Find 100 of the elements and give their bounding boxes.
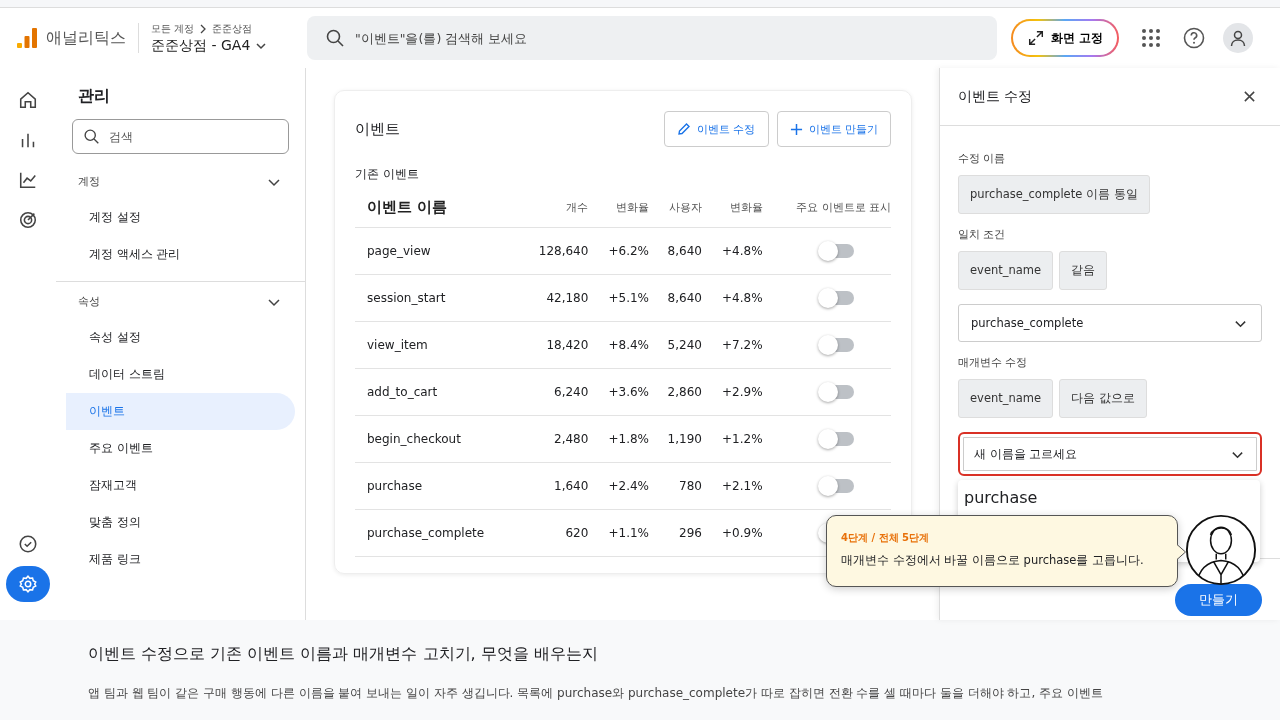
key-event-toggle[interactable] [819, 479, 854, 494]
table-cell: +1.1% [588, 509, 650, 557]
table-cell: purchase [355, 462, 517, 510]
admin-menu-item[interactable]: 계정 액세스 관리 [66, 236, 295, 273]
column-header: 개수 [516, 190, 589, 228]
table-cell: add_to_cart [355, 368, 517, 416]
section-header[interactable]: 계정 [66, 162, 295, 199]
table-cell: +4.8% [701, 274, 763, 322]
create-button[interactable]: 만들기 [1175, 584, 1262, 616]
admin-menu-item[interactable]: 주요 이벤트 [66, 430, 295, 467]
account-avatar[interactable] [1223, 23, 1253, 53]
table-cell: page_view [355, 227, 517, 275]
key-event-toggle[interactable] [819, 385, 854, 400]
home-icon [18, 90, 38, 110]
close-icon[interactable] [1243, 90, 1256, 103]
table-cell: 1,640 [516, 462, 589, 510]
table-cell: +7.2% [701, 321, 763, 369]
step-counter: 4단계 / 전체 5단계 [841, 531, 930, 545]
name-field[interactable]: purchase_complete 이름 통일 [958, 175, 1150, 214]
person-icon [1229, 29, 1247, 47]
table-cell: 5,240 [649, 321, 702, 369]
table-cell: +6.2% [588, 227, 650, 275]
table-cell: +0.9% [701, 509, 763, 557]
create-event-button[interactable]: 이벤트 만들기 [776, 111, 891, 147]
column-header: 변화율 [701, 190, 763, 228]
lesson-text: 앱 팀과 웹 팀이 같은 구매 행동에 다른 이름을 붙여 보내는 일이 자주 생깁니다. 목록에 purchase와 purchase_complete가 따로 잡히면 전환 수를 셀 때마다 둘을 더해야 하고, 주요 이벤트 [88, 685, 1104, 702]
column-header: 이벤트 이름 [355, 190, 517, 228]
expand-arrows-icon [1027, 29, 1045, 47]
key-event-toggle[interactable] [819, 432, 854, 447]
breadcrumb-link[interactable]: 모든 계정 [151, 21, 195, 36]
table-cell: +5.1% [588, 274, 650, 322]
table-cell: view_item [355, 321, 517, 369]
table-cell: begin_checkout [355, 415, 517, 463]
table-cell: +2.9% [701, 368, 763, 416]
parameter-chip: event_name [958, 379, 1054, 418]
parameter-chip: 다음 값으로 [1059, 379, 1147, 418]
card-title: 이벤트 [355, 119, 400, 139]
admin-menu-item[interactable]: 제품 링크 [66, 541, 295, 578]
table-cell: 8,640 [649, 227, 702, 275]
apps-grid-icon[interactable] [1141, 28, 1161, 48]
line-chart-icon [18, 170, 38, 190]
table-cell: session_start [355, 274, 517, 322]
pin-screen-button[interactable]: 화면 고정 [1011, 19, 1119, 57]
column-header: 사용자 [649, 190, 702, 228]
search-field[interactable]: "이벤트"을(를) 검색해 보세요 [307, 16, 997, 60]
column-header: 주요 이벤트로 표시 [762, 190, 891, 228]
table-cell: 1,190 [649, 415, 702, 463]
table-cell: +8.4% [588, 321, 650, 369]
help-icon[interactable] [1183, 27, 1205, 49]
breadcrumb-link[interactable]: 준준상점 [212, 21, 253, 36]
table-cell: +3.6% [588, 368, 650, 416]
table-cell: 2,480 [516, 415, 589, 463]
dropdown-option[interactable]: purchase [958, 488, 1260, 507]
key-event-toggle[interactable] [819, 291, 854, 306]
admin-menu-item[interactable]: 잠재고객 [66, 467, 295, 504]
table-cell: +2.1% [701, 462, 763, 510]
key-event-toggle[interactable] [819, 338, 854, 353]
plus-icon [789, 122, 803, 136]
key-event-toggle[interactable] [819, 244, 854, 259]
table-cell: +4.8% [701, 227, 763, 275]
table-cell: +1.8% [588, 415, 650, 463]
target-icon [18, 210, 38, 230]
table-cell: 780 [649, 462, 702, 510]
lesson-title: 이벤트 수정으로 기존 이벤트 이름과 매개변수 고치기, 무엇을 배우는지 [88, 644, 599, 665]
condition-chip: 같음 [1059, 251, 1108, 290]
table-cell: 2,860 [649, 368, 702, 416]
admin-settings-button[interactable] [6, 566, 50, 602]
match-value-dropdown[interactable]: purchase_complete [958, 304, 1262, 342]
column-header: 변화율 [588, 190, 650, 228]
admin-menu-item[interactable]: 맞춤 정의 [66, 504, 295, 541]
new-name-dropdown[interactable]: 새 이름을 고르세요 [958, 432, 1262, 476]
check-circle-icon [18, 534, 38, 554]
table-cell: 128,640 [516, 227, 589, 275]
table-cell: +2.4% [588, 462, 650, 510]
table-cell: 8,640 [649, 274, 702, 322]
condition-chip: event_name [958, 251, 1054, 290]
table-cell: 620 [516, 509, 589, 557]
admin-menu-item[interactable]: 계정 설정 [66, 199, 295, 236]
search-icon [83, 128, 100, 145]
section-header[interactable]: 속성 [66, 282, 295, 319]
admin-title: 관리 [77, 85, 111, 107]
search-field[interactable]: 검색 [72, 119, 289, 154]
edit-event-button[interactable]: 이벤트 수정 [664, 111, 769, 147]
table-cell: 42,180 [516, 274, 589, 322]
admin-menu-item[interactable]: 데이터 스트림 [66, 356, 295, 393]
panel-title: 이벤트 수정 [958, 87, 1033, 106]
table-cell: +1.2% [701, 415, 763, 463]
table-cell: 18,420 [516, 321, 589, 369]
field-label: 매개변수 수정 [958, 356, 1029, 370]
admin-menu-item[interactable]: 이벤트 [66, 393, 295, 430]
property-selector[interactable]: 준준상점 - GA4 [151, 36, 297, 55]
table-cell: 6,240 [516, 368, 589, 416]
admin-menu-item[interactable]: 속성 설정 [66, 319, 295, 356]
app-name: 애널리틱스 [46, 27, 126, 49]
table-cell: 296 [649, 509, 702, 557]
field-label: 일치 조건 [958, 228, 1007, 242]
analytics-logo-icon [16, 27, 38, 49]
pencil-icon [677, 122, 691, 136]
table-cell: purchase_complete [355, 509, 517, 557]
field-label: 수정 이름 [958, 152, 1007, 166]
